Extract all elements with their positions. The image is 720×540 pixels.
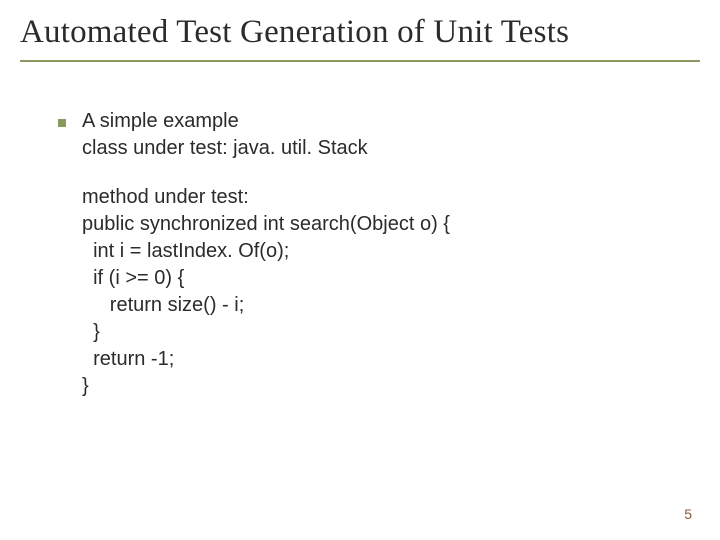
code-line: return -1;	[82, 346, 450, 373]
slide-title: Automated Test Generation of Unit Tests	[20, 14, 569, 51]
title-underline	[20, 60, 700, 62]
code-line: }	[82, 373, 450, 400]
code-line: public synchronized int search(Object o)…	[82, 211, 450, 238]
code-line: method under test:	[82, 184, 450, 211]
code-line: }	[82, 319, 450, 346]
page-number: 5	[684, 506, 692, 522]
code-line: if (i >= 0) {	[82, 265, 450, 292]
slide-body: A simple example class under test: java.…	[58, 108, 450, 400]
code-block: method under test: public synchronized i…	[82, 184, 450, 400]
code-line: int i = lastIndex. Of(o);	[82, 238, 450, 265]
class-under-test: class under test: java. util. Stack	[82, 135, 450, 162]
code-line: return size() - i;	[82, 292, 450, 319]
square-bullet-icon	[58, 119, 66, 127]
bullet-item: A simple example	[58, 108, 450, 135]
intro-heading: A simple example	[82, 108, 239, 135]
